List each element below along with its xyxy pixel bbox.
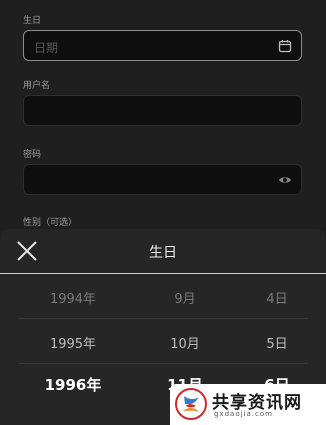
sheet-header: 生日	[0, 229, 326, 274]
day-option[interactable]: 5日	[222, 333, 326, 352]
year-option[interactable]: 1995年	[18, 333, 128, 352]
password-field[interactable]	[23, 164, 302, 195]
year-column[interactable]: 1994年 1995年 1996年	[18, 274, 128, 425]
year-option-selected[interactable]: 1996年	[18, 374, 128, 395]
username-label: 用户名	[23, 81, 51, 91]
sheet-title: 生日	[149, 245, 177, 261]
birthday-placeholder: 日期	[34, 41, 59, 55]
logo-icon	[175, 388, 207, 420]
birthday-field[interactable]: 日期	[23, 30, 302, 61]
year-option[interactable]: 1994年	[18, 288, 128, 307]
eye-icon[interactable]	[278, 173, 292, 187]
password-label: 密码	[23, 150, 42, 160]
watermark-subtitle: gxdaojia.com	[214, 410, 273, 418]
birthday-label: 生日	[23, 16, 42, 26]
form-section: 生日 日期 用户名 密码 性别（可选）	[0, 0, 326, 240]
calendar-icon[interactable]	[278, 39, 292, 53]
day-option[interactable]: 4日	[222, 288, 326, 307]
gender-label: 性别（可选）	[23, 218, 78, 228]
watermark-logo: 共享资讯网 gxdaojia.com	[170, 384, 326, 425]
username-field[interactable]	[23, 95, 302, 126]
